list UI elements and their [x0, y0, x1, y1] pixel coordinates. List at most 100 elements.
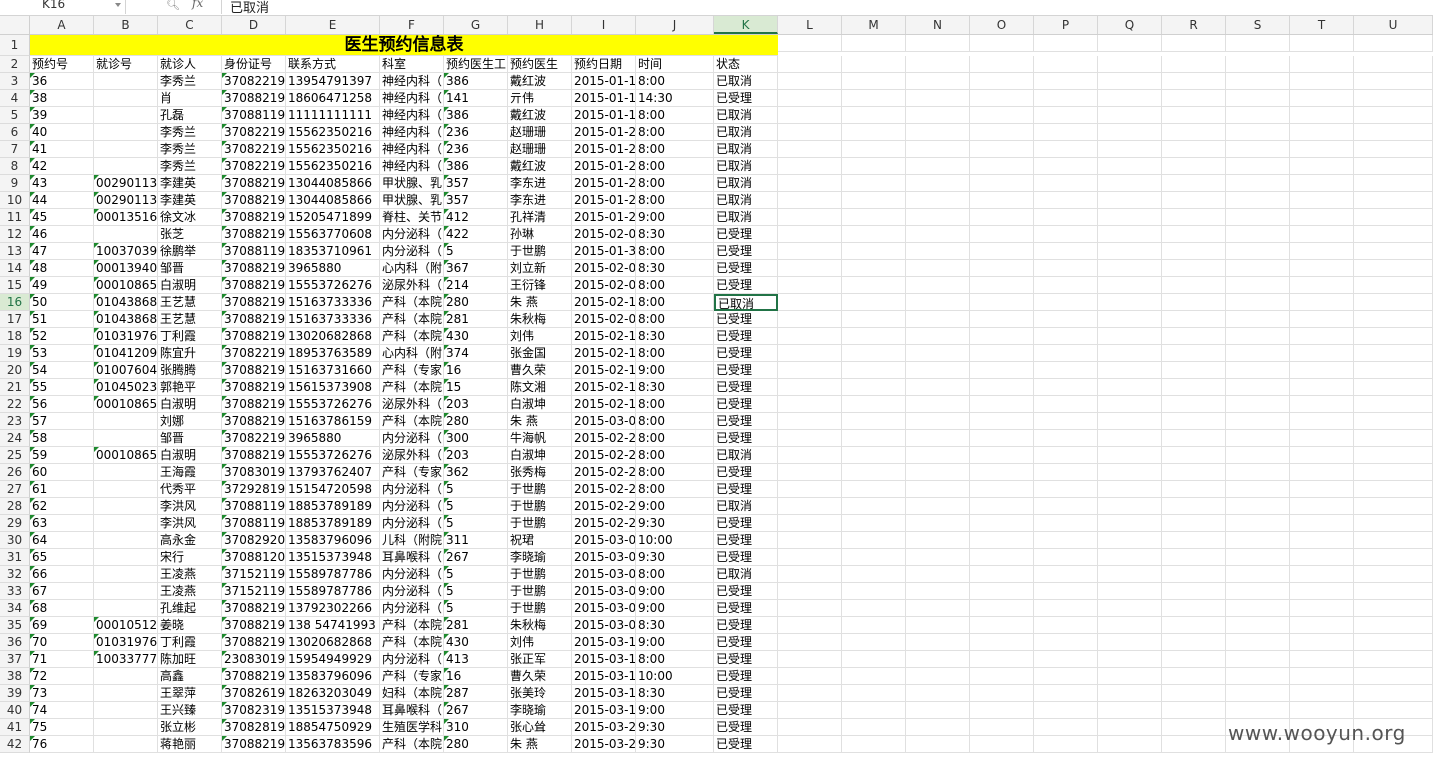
- column-title[interactable]: 预约医生工: [444, 56, 508, 73]
- empty-cell[interactable]: [1098, 328, 1162, 345]
- empty-cell[interactable]: [778, 447, 842, 464]
- cell-e[interactable]: 15553726276: [286, 277, 380, 294]
- column-header-e[interactable]: E: [286, 16, 380, 34]
- cell-i[interactable]: 2015-01-10: [572, 107, 636, 124]
- empty-cell[interactable]: [842, 430, 906, 447]
- empty-cell[interactable]: [778, 566, 842, 583]
- cell-c[interactable]: 王海霞: [158, 464, 222, 481]
- empty-cell[interactable]: [1162, 90, 1226, 107]
- empty-cell[interactable]: [778, 175, 842, 192]
- cell-k[interactable]: 已取消: [714, 209, 778, 226]
- empty-cell[interactable]: [1226, 107, 1290, 124]
- row-header[interactable]: 17: [0, 311, 30, 328]
- empty-cell[interactable]: [1226, 702, 1290, 719]
- cell-g[interactable]: 203: [444, 396, 508, 413]
- cell-a[interactable]: 73: [30, 685, 94, 702]
- cell-k[interactable]: 已受理: [714, 345, 778, 362]
- cell-g[interactable]: 357: [444, 192, 508, 209]
- empty-cell[interactable]: [1354, 158, 1433, 175]
- cell-i[interactable]: 2015-02-17: [572, 396, 636, 413]
- cell-i[interactable]: 2015-03-02: [572, 532, 636, 549]
- cell-j[interactable]: 8:30: [636, 685, 714, 702]
- cell-d[interactable]: 37152119: [222, 583, 286, 600]
- cell-a[interactable]: 63: [30, 515, 94, 532]
- search-icon[interactable]: 🔍︎: [166, 0, 180, 11]
- cell-h[interactable]: 朱 燕: [508, 413, 572, 430]
- cell-b[interactable]: [94, 464, 158, 481]
- cell-b[interactable]: 100370397: [94, 243, 158, 260]
- empty-cell[interactable]: [1162, 651, 1226, 668]
- empty-cell[interactable]: [1098, 651, 1162, 668]
- empty-cell[interactable]: [842, 277, 906, 294]
- cell-b[interactable]: [94, 141, 158, 158]
- cell-a[interactable]: 50: [30, 294, 94, 311]
- cell-c[interactable]: 白淑明: [158, 396, 222, 413]
- cell-c[interactable]: 刘娜: [158, 413, 222, 430]
- cell-c[interactable]: 王艺慧: [158, 311, 222, 328]
- cell-a[interactable]: 48: [30, 260, 94, 277]
- cell-j[interactable]: 9:00: [636, 362, 714, 379]
- empty-cell[interactable]: [1290, 498, 1354, 515]
- cell-e[interactable]: 15163786159: [286, 413, 380, 430]
- empty-cell[interactable]: [906, 515, 970, 532]
- empty-cell[interactable]: [1290, 481, 1354, 498]
- cell-h[interactable]: 赵珊珊: [508, 141, 572, 158]
- cell-e[interactable]: 15553726276: [286, 447, 380, 464]
- cell-c[interactable]: 肖: [158, 90, 222, 107]
- empty-cell[interactable]: [970, 379, 1034, 396]
- cell-i[interactable]: 2015-02-28: [572, 498, 636, 515]
- row-header[interactable]: 36: [0, 634, 30, 651]
- empty-cell[interactable]: [1226, 243, 1290, 260]
- empty-cell[interactable]: [1354, 702, 1433, 719]
- cell-a[interactable]: 52: [30, 328, 94, 345]
- cell-i[interactable]: 2015-02-28: [572, 481, 636, 498]
- column-title[interactable]: 预约号: [30, 56, 94, 73]
- empty-cell[interactable]: [1098, 447, 1162, 464]
- empty-cell[interactable]: [1162, 158, 1226, 175]
- empty-cell[interactable]: [906, 107, 970, 124]
- empty-cell[interactable]: [1290, 515, 1354, 532]
- empty-cell[interactable]: [1034, 430, 1098, 447]
- cell-i[interactable]: 2015-03-01: [572, 413, 636, 430]
- cell-a[interactable]: 67: [30, 583, 94, 600]
- column-header-g[interactable]: G: [444, 16, 508, 34]
- cell-e[interactable]: 15163733336: [286, 311, 380, 328]
- empty-cell[interactable]: [1226, 277, 1290, 294]
- empty-cell[interactable]: [1034, 362, 1098, 379]
- empty-cell[interactable]: [1226, 634, 1290, 651]
- cell-d[interactable]: 37088219: [222, 260, 286, 277]
- empty-cell[interactable]: [1162, 226, 1226, 243]
- cell-i[interactable]: 2015-01-13: [572, 90, 636, 107]
- cell-f[interactable]: 神经内科（: [380, 90, 444, 107]
- cell-f[interactable]: 产科（本院: [380, 294, 444, 311]
- cell-c[interactable]: 宋行: [158, 549, 222, 566]
- empty-cell[interactable]: [1226, 260, 1290, 277]
- cell-j[interactable]: 8:00: [636, 566, 714, 583]
- empty-cell[interactable]: [842, 294, 906, 311]
- cell-c[interactable]: 郭艳平: [158, 379, 222, 396]
- empty-cell[interactable]: [842, 90, 906, 107]
- empty-cell[interactable]: [1290, 35, 1354, 52]
- empty-cell[interactable]: [778, 668, 842, 685]
- cell-c[interactable]: 李秀兰: [158, 73, 222, 90]
- cell-e[interactable]: 15163731660: [286, 362, 380, 379]
- cell-g[interactable]: 5: [444, 515, 508, 532]
- empty-cell[interactable]: [842, 260, 906, 277]
- empty-cell[interactable]: [842, 447, 906, 464]
- cell-g[interactable]: 16: [444, 362, 508, 379]
- cell-a[interactable]: 70: [30, 634, 94, 651]
- empty-cell[interactable]: [970, 107, 1034, 124]
- cell-d[interactable]: 37088219: [222, 379, 286, 396]
- cell-b[interactable]: [94, 413, 158, 430]
- cell-e[interactable]: 18953763589: [286, 345, 380, 362]
- cell-a[interactable]: 51: [30, 311, 94, 328]
- cell-k[interactable]: 已取消: [714, 294, 778, 311]
- empty-cell[interactable]: [906, 447, 970, 464]
- cell-d[interactable]: 37152119: [222, 566, 286, 583]
- cell-i[interactable]: 2015-02-28: [572, 515, 636, 532]
- empty-cell[interactable]: [1098, 90, 1162, 107]
- cell-k[interactable]: 已受理: [714, 260, 778, 277]
- empty-cell[interactable]: [1098, 362, 1162, 379]
- row-header[interactable]: 21: [0, 379, 30, 396]
- empty-cell[interactable]: [1354, 617, 1433, 634]
